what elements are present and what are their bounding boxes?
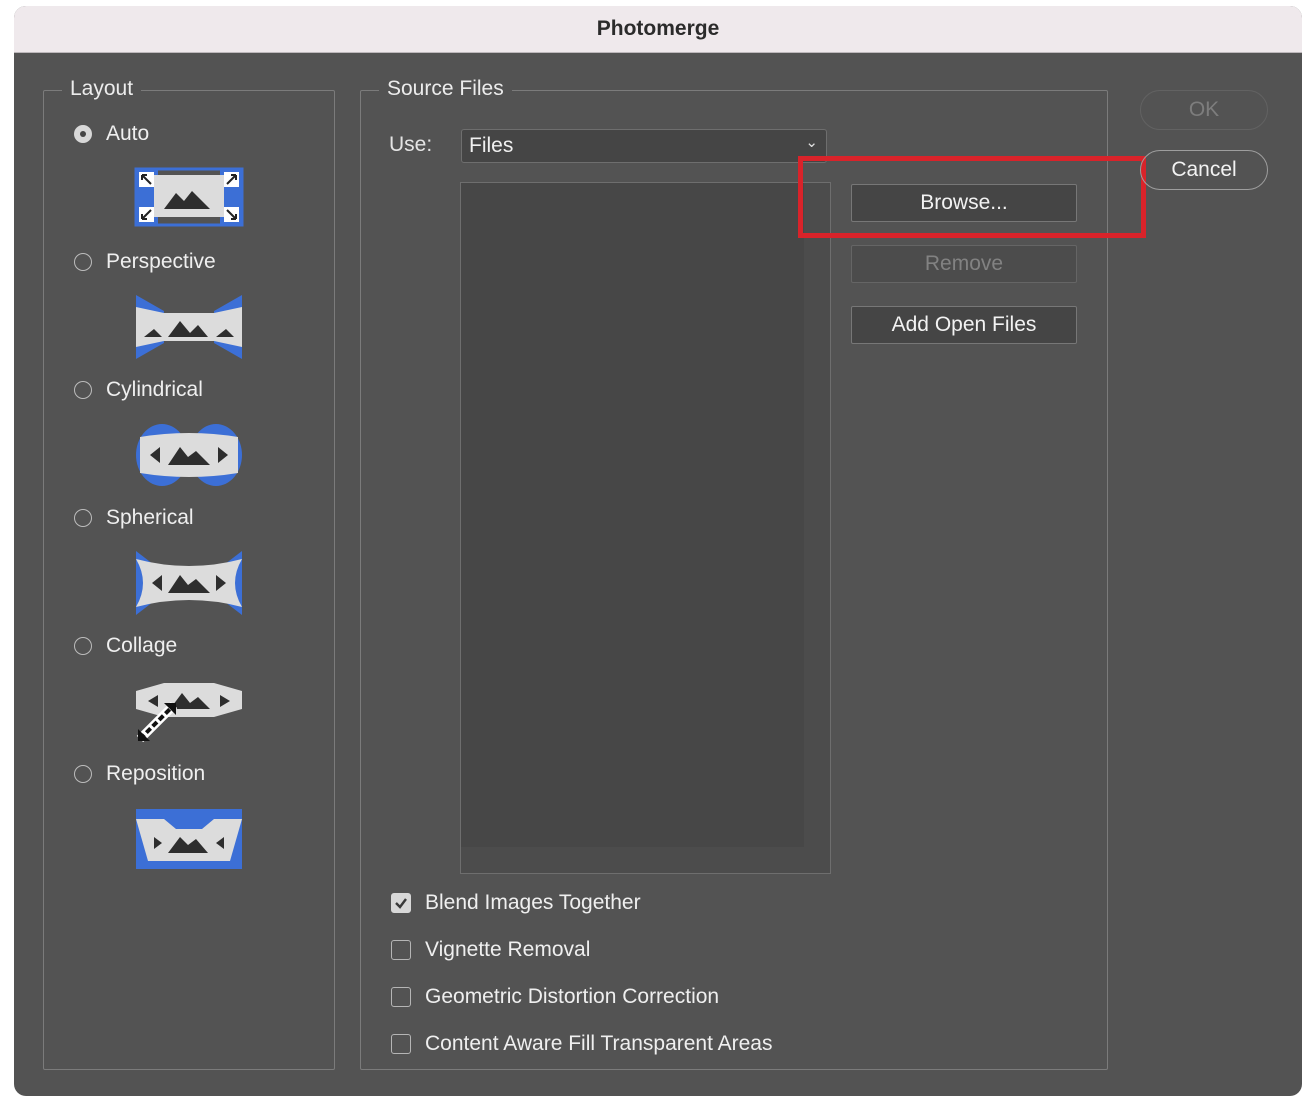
vignette-removal-label: Vignette Removal [425,938,591,961]
blend-images-checkbox[interactable] [391,893,411,913]
reposition-layout-icon [136,809,242,869]
blend-images-label: Blend Images Together [425,891,641,914]
geometric-distortion-checkbox[interactable] [391,987,411,1007]
perspective-layout-icon [136,295,242,359]
layout-option-perspective[interactable]: Perspective [74,247,216,277]
layout-option-collage[interactable]: Collage [74,631,177,661]
perspective-radio[interactable] [74,253,92,271]
collage-label: Collage [106,634,178,657]
layout-option-cylindrical[interactable]: Cylindrical [74,375,203,405]
layout-option-auto[interactable]: Auto [74,119,149,149]
layout-group: Layout Auto Perspective Cylindrical Sphe… [43,75,335,1070]
spherical-radio[interactable] [74,509,92,527]
add-open-files-button[interactable]: Add Open Files [851,306,1077,344]
geometric-distortion-label: Geometric Distortion Correction [425,985,720,1008]
source-files-legend: Source Files [379,75,512,103]
auto-label: Auto [106,122,150,145]
photomerge-dialog: Photomerge Layout Auto Perspective Cylin… [14,6,1302,1096]
geometric-distortion-option[interactable]: Geometric Distortion Correction [391,982,719,1012]
collage-layout-icon [136,683,242,743]
source-file-list[interactable] [460,182,831,874]
window-title: Photomerge [596,17,720,40]
layout-option-reposition[interactable]: Reposition [74,759,205,789]
blend-images-option[interactable]: Blend Images Together [391,888,641,918]
cylindrical-layout-icon [136,424,242,486]
layout-legend: Layout [62,75,142,103]
collage-radio[interactable] [74,637,92,655]
content-aware-fill-label: Content Aware Fill Transparent Areas [425,1032,773,1055]
vignette-removal-option[interactable]: Vignette Removal [391,935,590,965]
use-select-value: Files [469,134,514,157]
checkmark-icon [395,898,407,909]
vignette-removal-checkbox[interactable] [391,940,411,960]
title-bar: Photomerge [14,6,1302,53]
file-list-viewport [461,183,804,847]
use-label: Use: [389,133,433,156]
cylindrical-radio[interactable] [74,381,92,399]
auto-radio[interactable] [74,125,92,143]
cylindrical-label: Cylindrical [106,378,203,401]
use-select[interactable]: Files ⌄ [461,129,827,163]
layout-option-spherical[interactable]: Spherical [74,503,194,533]
spherical-layout-icon [136,551,242,615]
ok-button[interactable]: OK [1140,90,1268,130]
content-aware-fill-option[interactable]: Content Aware Fill Transparent Areas [391,1029,772,1059]
reposition-label: Reposition [106,762,206,785]
chevron-down-icon: ⌄ [805,134,818,151]
remove-button[interactable]: Remove [851,245,1077,283]
auto-layout-icon [134,167,244,227]
spherical-label: Spherical [106,506,194,529]
perspective-label: Perspective [106,250,216,273]
reposition-radio[interactable] [74,765,92,783]
browse-highlight-box [798,156,1146,238]
content-aware-fill-checkbox[interactable] [391,1034,411,1054]
cancel-button[interactable]: Cancel [1140,150,1268,190]
